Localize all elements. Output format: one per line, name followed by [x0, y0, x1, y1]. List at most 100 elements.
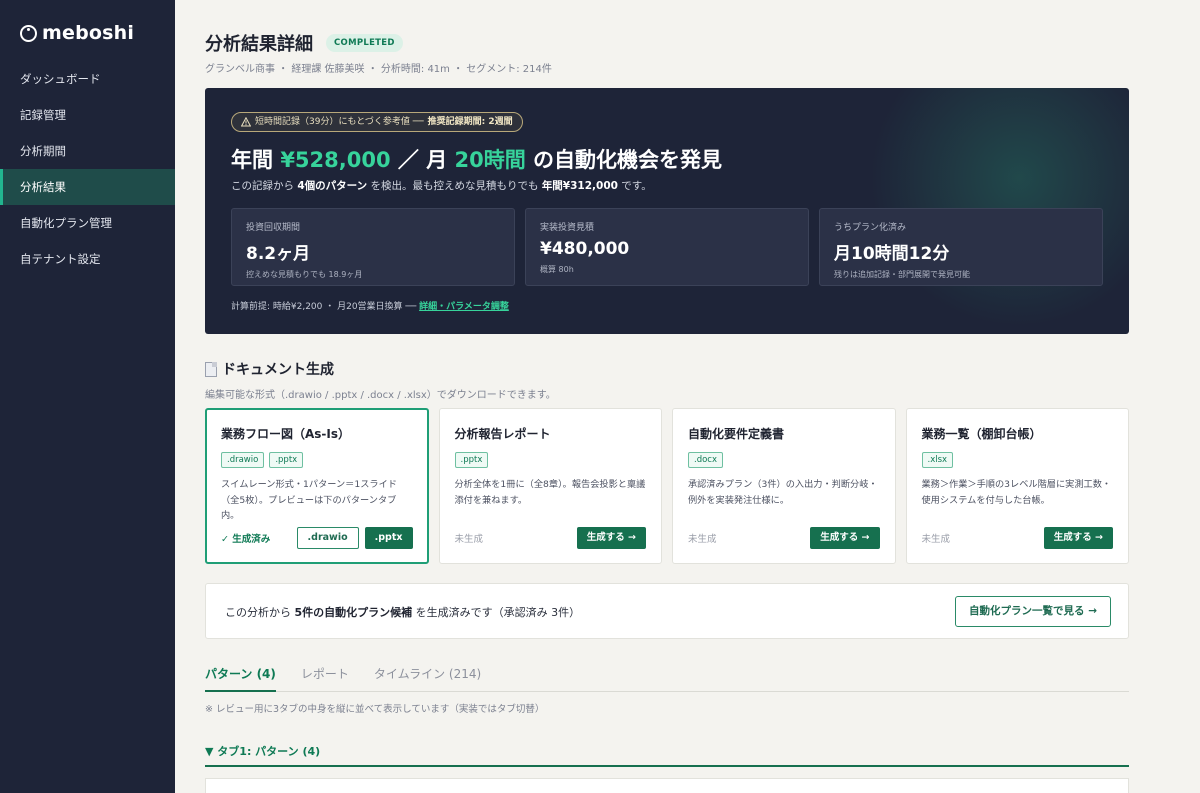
hero-description: この記録から 4個のパターン を検出。最も控えめな見積もりでも 年間¥312,0… — [231, 178, 652, 193]
document-title-text: ドキュメント生成 — [222, 362, 334, 378]
generation-status: 未生成 — [688, 534, 717, 545]
tab-timeline[interactable]: タイムライン (214) — [374, 664, 481, 692]
page-title: 分析結果詳細 — [205, 34, 313, 55]
card-footer: 未生成 生成する → — [688, 527, 880, 549]
assumptions-text: 計算前提: 時給¥2,200 ・ 月20営業日換算 ── — [231, 302, 420, 312]
headline-hours: 20時間 — [454, 148, 526, 172]
sidebar-nav: ダッシュボード 記録管理 分析期間 分析結果 自動化プラン管理 自テナント設定 — [0, 61, 175, 277]
summary-hero: 短時間記録（39分）にもとづく参考値 ── 推奨記録期間: 2週間 年間 ¥52… — [205, 88, 1129, 334]
notice-text: 短時間記録（39分）にもとづく参考値 ── — [255, 117, 424, 127]
sidebar-item-automation-plans[interactable]: 自動化プラン管理 — [0, 205, 175, 241]
page-subtitle: グランベル商事 ・ 経理課 佐藤美咲 ・ 分析時間: 41m ・ セグメント: … — [205, 64, 552, 75]
format-tags: .docx — [688, 452, 880, 468]
metric-cards: 投資回収期間 8.2ヶ月 控えめな見積もりでも 18.9ヶ月 実装投資見積 ¥4… — [231, 208, 1103, 286]
card-title: 業務フロー図（As-Is） — [221, 427, 351, 441]
card-description: スイムレーン形式・1パターン＝1スライド（全5枚）。プレビューは下のパターンタブ… — [221, 479, 397, 521]
format-tag: .docx — [688, 452, 724, 468]
sidebar-item-dashboard[interactable]: ダッシュボード — [0, 61, 175, 97]
generate-button[interactable]: 生成する → — [1043, 527, 1113, 549]
document-cards: 業務フロー図（As-Is） .drawio .pptx スイムレーン形式・1パタ… — [205, 408, 1129, 564]
generation-status: ✓ 生成済み — [221, 534, 271, 545]
patterns-section-header[interactable]: ▼ タブ1: パターン (4) — [205, 743, 1129, 767]
plan-text-part: この分析から — [225, 606, 295, 619]
card-title: 業務一覧（棚卸台帳） — [921, 427, 1042, 441]
document-section-subtitle: 編集可能な形式（.drawio / .pptx / .docx / .xlsx）… — [205, 390, 556, 401]
notice-strong: 推奨記録期間: 2週間 — [427, 117, 513, 127]
card-description: 承認済みプラン（3件）の入出力・判断分岐・例外を実装発注仕様に。 — [688, 479, 878, 506]
format-tags: .drawio .pptx — [221, 452, 413, 468]
tab-report[interactable]: レポート — [301, 664, 349, 692]
estimate-notice: 短時間記録（39分）にもとづく参考値 ── 推奨記録期間: 2週間 — [231, 112, 523, 132]
headline-amount: ¥528,000 — [280, 148, 391, 172]
patterns-panel — [205, 778, 1129, 793]
metric-card-investment: 実装投資見積 ¥480,000 概算 80h — [525, 208, 809, 286]
headline-mid: ／ 月 — [390, 148, 455, 172]
status-badge: COMPLETED — [326, 34, 403, 52]
result-tabs: パターン (4) レポート タイムライン (214) — [205, 664, 1129, 692]
doc-card-inventory[interactable]: 業務一覧（棚卸台帳） .xlsx 業務＞作業＞手順の3レベル階層に実測工数・使用… — [905, 408, 1129, 564]
brand-name: meboshi — [42, 22, 135, 44]
format-tag: .drawio — [221, 452, 265, 468]
card-footer: 未生成 生成する → — [921, 527, 1113, 549]
desc-patterns: 4個のパターン — [297, 180, 368, 192]
format-tag: .pptx — [269, 452, 304, 468]
title-row: 分析結果詳細 COMPLETED — [205, 30, 403, 56]
hero-headline: 年間 ¥528,000 ／ 月 20時間 の自動化機会を発見 — [231, 144, 722, 174]
metric-card-payback: 投資回収期間 8.2ヶ月 控えめな見積もりでも 18.9ヶ月 — [231, 208, 515, 286]
plan-count: 5件の自動化プラン候補 — [294, 606, 413, 619]
sidebar-item-records[interactable]: 記録管理 — [0, 97, 175, 133]
generation-status: 未生成 — [454, 534, 484, 545]
generate-button[interactable]: 生成する → — [810, 527, 880, 549]
metric-note: 残りは追加記録・部門展開で発見可能 — [834, 270, 970, 279]
download-pptx-button[interactable]: .pptx — [364, 527, 413, 549]
generate-button[interactable]: 生成する → — [576, 527, 646, 549]
automation-plan-banner: この分析から 5件の自動化プラン候補 を生成済みです（承認済み 3件） 自動化プ… — [205, 583, 1129, 639]
calc-assumptions: 計算前提: 時給¥2,200 ・ 月20営業日換算 ── 詳細・パラメータ調整 — [231, 299, 509, 312]
desc-min-estimate: 年間¥312,000 — [541, 180, 618, 192]
metric-note: 概算 80h — [540, 265, 574, 274]
sidebar-item-tenant-settings[interactable]: 自テナント設定 — [0, 241, 175, 277]
view-plans-button[interactable]: 自動化プラン一覧で見る → — [955, 596, 1111, 627]
card-footer: 未生成 生成する → — [454, 527, 646, 549]
generation-status: 未生成 — [921, 534, 951, 545]
document-icon — [205, 361, 217, 377]
card-description: 分析全体を1冊に（全8章）。報告会投影と稟議添付を兼ねます。 — [454, 479, 646, 506]
param-settings-link[interactable]: 詳細・パラメータ調整 — [419, 302, 509, 312]
document-section-title: ドキュメント生成 — [205, 359, 334, 379]
desc-part: です。 — [617, 180, 652, 192]
sidebar-item-analysis-period[interactable]: 分析期間 — [0, 133, 175, 169]
logo-icon — [20, 24, 37, 42]
card-footer: ✓ 生成済み .drawio .pptx — [221, 527, 413, 549]
warning-icon — [241, 117, 251, 127]
metric-label: 実装投資見積 — [540, 223, 595, 233]
metric-value: ¥480,000 — [540, 239, 630, 259]
plan-banner-text: この分析から 5件の自動化プラン候補 を生成済みです（承認済み 3件） — [225, 604, 580, 620]
format-tags: .pptx — [454, 452, 647, 468]
metric-value: 8.2ヶ月 — [246, 244, 311, 264]
desc-part: この記録から — [231, 180, 298, 192]
brand-logo[interactable]: meboshi — [20, 22, 134, 44]
doc-card-requirements[interactable]: 自動化要件定義書 .docx 承認済みプラン（3件）の入出力・判断分岐・例外を実… — [672, 408, 896, 564]
card-title: 自動化要件定義書 — [688, 427, 785, 441]
card-description: 業務＞作業＞手順の3レベル階層に実測工数・使用システムを付与した台帳。 — [921, 479, 1112, 506]
metric-note: 控えめな見積もりでも 18.9ヶ月 — [246, 270, 363, 279]
doc-card-flow[interactable]: 業務フロー図（As-Is） .drawio .pptx スイムレーン形式・1パタ… — [205, 408, 429, 564]
main-content: 分析結果詳細 COMPLETED グランベル商事 ・ 経理課 佐藤美咲 ・ 分析… — [205, 0, 1129, 793]
format-tag: .xlsx — [921, 452, 954, 468]
sidebar-item-analysis-results[interactable]: 分析結果 — [0, 169, 175, 205]
metric-value: 月10時間12分 — [834, 244, 950, 264]
headline-suffix: の自動化機会を発見 — [525, 148, 723, 172]
format-tags: .xlsx — [921, 452, 1114, 468]
card-title: 分析報告レポート — [454, 427, 551, 441]
plan-text-part: を生成済みです（承認済み 3件） — [412, 606, 581, 619]
metric-label: 投資回収期間 — [246, 223, 301, 233]
desc-part: を検出。最も控えめな見積もりでも — [367, 180, 542, 192]
tabs-review-note: ※ レビュー用に3タブの中身を縦に並べて表示しています（実装ではタブ切替） — [205, 704, 545, 715]
metric-card-planned: うちプラン化済み 月10時間12分 残りは追加記録・部門展開で発見可能 — [819, 208, 1103, 286]
tab-patterns[interactable]: パターン (4) — [205, 664, 276, 692]
format-tag: .pptx — [454, 452, 489, 468]
download-drawio-button[interactable]: .drawio — [296, 527, 359, 549]
download-buttons: .drawio .pptx — [296, 527, 413, 549]
metric-label: うちプラン化済み — [834, 223, 907, 233]
doc-card-report[interactable]: 分析報告レポート .pptx 分析全体を1冊に（全8章）。報告会投影と稟議添付を… — [438, 408, 662, 564]
